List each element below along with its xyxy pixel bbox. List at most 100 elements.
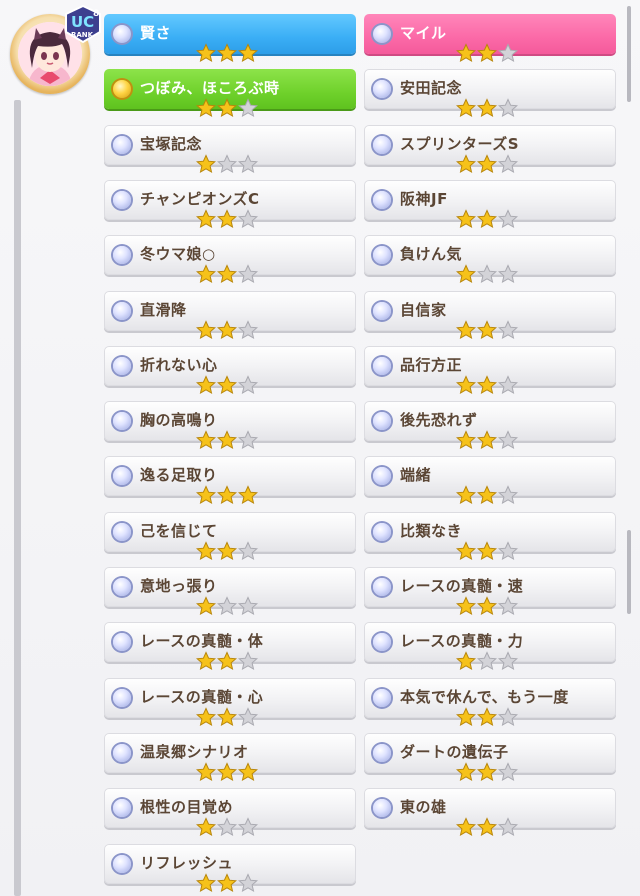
skill-stars: [456, 98, 518, 118]
skill-card[interactable]: 品行方正: [364, 346, 616, 395]
star-filled-icon: [456, 485, 476, 505]
star-empty-icon: [238, 707, 258, 727]
skill-label: 負けん気: [400, 245, 463, 263]
star-filled-icon: [196, 596, 216, 616]
star-empty-icon: [498, 320, 518, 340]
skill-gem-icon: [373, 689, 391, 707]
skill-card[interactable]: 東の雄: [364, 788, 616, 837]
skill-label: レースの真髄・力: [400, 632, 524, 650]
star-filled-icon: [196, 817, 216, 837]
star-filled-icon: [456, 264, 476, 284]
skill-gem-icon: [113, 799, 131, 817]
skill-gem-icon: [373, 357, 391, 375]
rank-badge-icon: UC 8 RANK: [62, 4, 104, 44]
star-empty-icon: [477, 264, 497, 284]
skill-gem-icon: [373, 302, 391, 320]
scrollbar-top[interactable]: [627, 6, 631, 102]
skill-label: 安田記念: [400, 79, 463, 97]
skill-card[interactable]: 本気で休んで、もう一度: [364, 678, 616, 727]
skill-card[interactable]: 安田記念: [364, 69, 616, 118]
skill-label: 自信家: [400, 301, 447, 319]
skill-card[interactable]: 端緒: [364, 456, 616, 505]
star-empty-icon: [498, 264, 518, 284]
skill-label: 己を信じて: [140, 522, 218, 540]
star-filled-icon: [217, 707, 237, 727]
star-filled-icon: [196, 651, 216, 671]
skill-card[interactable]: レースの真髄・速: [364, 567, 616, 616]
skill-card[interactable]: チャンピオンズC: [104, 180, 356, 229]
star-filled-icon: [217, 762, 237, 782]
skill-stars: [196, 873, 258, 893]
star-filled-icon: [196, 485, 216, 505]
skill-card[interactable]: 後先恐れず: [364, 401, 616, 450]
skill-stars: [456, 485, 518, 505]
skill-card[interactable]: つぼみ、ほころぶ時: [104, 69, 356, 118]
skill-card[interactable]: 冬ウマ娘○: [104, 235, 356, 284]
skill-stars: [456, 541, 518, 561]
skill-card[interactable]: 意地っ張り: [104, 567, 356, 616]
star-empty-icon: [238, 873, 258, 893]
skill-label: ダートの遺伝子: [400, 743, 509, 761]
star-filled-icon: [217, 430, 237, 450]
skill-stars: [196, 651, 258, 671]
skill-card[interactable]: リフレッシュ: [104, 844, 356, 893]
star-empty-icon: [498, 541, 518, 561]
skill-card[interactable]: 温泉郷シナリオ: [104, 733, 356, 782]
skill-stars: [456, 154, 518, 174]
star-filled-icon: [217, 43, 237, 63]
skill-card[interactable]: レースの真髄・力: [364, 622, 616, 671]
skill-stars: [456, 264, 518, 284]
star-empty-icon: [217, 596, 237, 616]
skill-label: マイル: [400, 24, 447, 42]
skill-card[interactable]: スプリンターズS: [364, 125, 616, 174]
skill-gem-icon: [373, 246, 391, 264]
skill-label: 賢さ: [140, 24, 172, 42]
skill-card[interactable]: 負けん気: [364, 235, 616, 284]
star-filled-icon: [217, 375, 237, 395]
star-filled-icon: [456, 707, 476, 727]
star-filled-icon: [196, 209, 216, 229]
skill-card[interactable]: 賢さ: [104, 14, 356, 63]
star-empty-icon: [238, 596, 258, 616]
skill-card[interactable]: 自信家: [364, 291, 616, 340]
skill-gem-icon: [373, 744, 391, 762]
scrollbar-thumb[interactable]: [627, 530, 631, 614]
skill-card[interactable]: レースの真髄・心: [104, 678, 356, 727]
skill-gem-icon: [373, 80, 391, 98]
skill-stars: [456, 707, 518, 727]
skill-card[interactable]: 折れない心: [104, 346, 356, 395]
skill-stars: [196, 817, 258, 837]
skill-stars: [456, 762, 518, 782]
skill-label: チャンピオンズC: [140, 190, 260, 208]
star-filled-icon: [217, 651, 237, 671]
star-filled-icon: [456, 375, 476, 395]
character-avatar[interactable]: UC 8 RANK: [6, 4, 102, 100]
skill-card[interactable]: 直滑降: [104, 291, 356, 340]
skill-card[interactable]: マイル: [364, 14, 616, 63]
star-filled-icon: [477, 209, 497, 229]
skill-card[interactable]: ダートの遺伝子: [364, 733, 616, 782]
skill-card[interactable]: 宝塚記念: [104, 125, 356, 174]
skill-gem-icon: [373, 633, 391, 651]
skill-card[interactable]: 己を信じて: [104, 512, 356, 561]
skill-gem-icon: [113, 523, 131, 541]
skill-stars: [196, 707, 258, 727]
skill-card[interactable]: 阪神JF: [364, 180, 616, 229]
skill-gem-icon: [373, 799, 391, 817]
skill-card[interactable]: 比類なき: [364, 512, 616, 561]
skill-card[interactable]: 胸の高鳴り: [104, 401, 356, 450]
skill-card[interactable]: 逸る足取り: [104, 456, 356, 505]
star-filled-icon: [477, 375, 497, 395]
star-filled-icon: [477, 98, 497, 118]
star-filled-icon: [217, 873, 237, 893]
star-filled-icon: [217, 209, 237, 229]
star-empty-icon: [238, 375, 258, 395]
skill-card[interactable]: レースの真髄・体: [104, 622, 356, 671]
star-filled-icon: [456, 541, 476, 561]
skill-gem-icon: [113, 633, 131, 651]
skill-card[interactable]: 根性の目覚め: [104, 788, 356, 837]
star-empty-icon: [238, 154, 258, 174]
star-filled-icon: [477, 817, 497, 837]
skill-stars: [456, 375, 518, 395]
skill-stars: [196, 596, 258, 616]
